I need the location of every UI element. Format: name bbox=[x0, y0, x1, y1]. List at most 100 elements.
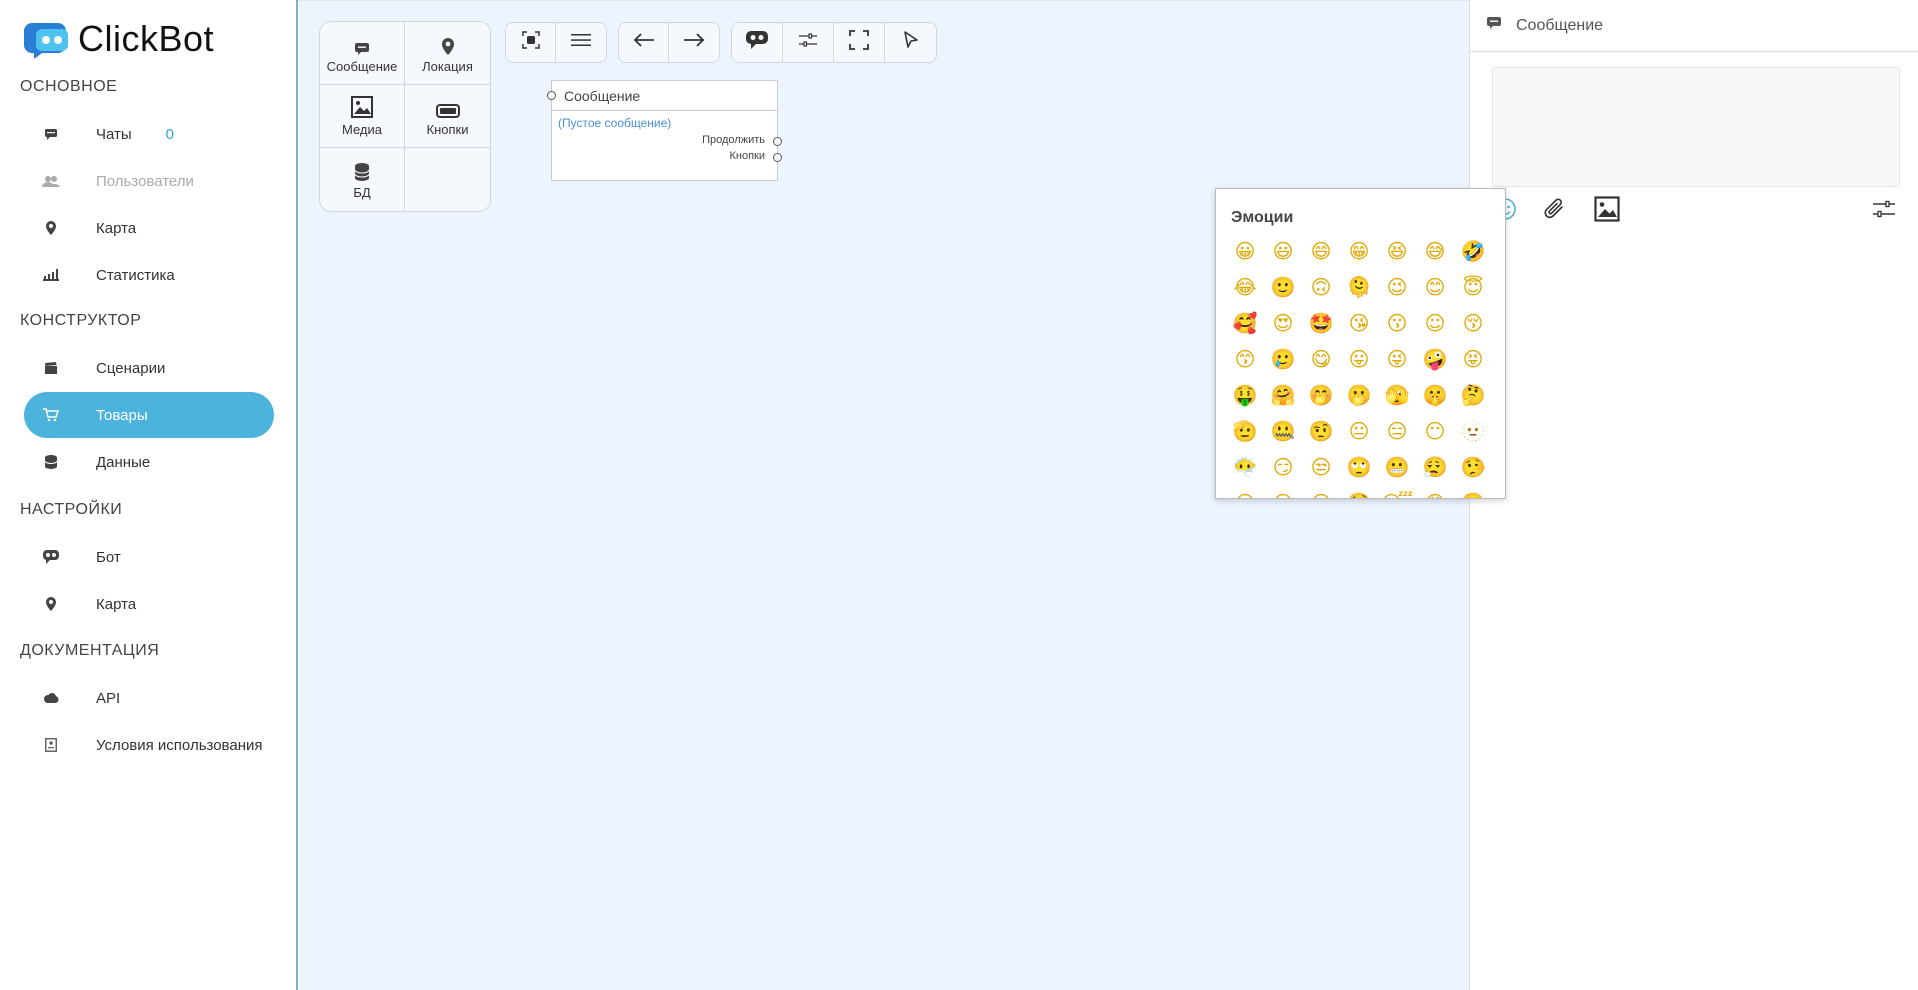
emoji-item[interactable]: 🤥 bbox=[1454, 449, 1492, 485]
emoji-item[interactable]: 😪 bbox=[1302, 485, 1340, 498]
emoji-item[interactable]: 🫡 bbox=[1226, 413, 1264, 449]
emoji-item[interactable]: 😏 bbox=[1264, 449, 1302, 485]
emoji-item[interactable]: 😗 bbox=[1378, 305, 1416, 341]
sidebar-item-label: Пользователи bbox=[96, 172, 194, 190]
emoji-item[interactable]: 😍 bbox=[1264, 305, 1302, 341]
menu-button[interactable] bbox=[556, 23, 606, 62]
palette-item-location[interactable]: Локация bbox=[405, 22, 490, 85]
sidebar-item-users[interactable]: Пользователи bbox=[24, 158, 274, 204]
sidebar-item-api[interactable]: API bbox=[24, 675, 274, 721]
emoji-item[interactable]: 🤤 bbox=[1340, 485, 1378, 498]
undo-button[interactable] bbox=[619, 23, 669, 62]
attach-button[interactable] bbox=[1540, 196, 1570, 226]
emoji-item[interactable]: 🙂 bbox=[1264, 269, 1302, 305]
emoji-item[interactable]: 😶‍🌫️ bbox=[1226, 449, 1264, 485]
emoji-item[interactable]: 😋 bbox=[1302, 341, 1340, 377]
emoji-item[interactable]: 🤭 bbox=[1302, 377, 1340, 413]
fit-view-button[interactable] bbox=[506, 23, 556, 62]
map-pin-icon bbox=[441, 33, 454, 55]
emoji-item[interactable]: 😃 bbox=[1264, 233, 1302, 269]
palette-item-database[interactable]: БД bbox=[320, 148, 405, 211]
section-title-docs: ДОКУМЕНТАЦИЯ bbox=[20, 642, 160, 659]
sidebar-item-bot[interactable]: Бот bbox=[24, 534, 274, 580]
emoji-item[interactable]: 😔 bbox=[1264, 485, 1302, 498]
emoji-item[interactable]: 🤫 bbox=[1416, 377, 1454, 413]
emoji-item[interactable]: ☺ bbox=[1416, 305, 1454, 341]
bot-preview-button[interactable] bbox=[732, 23, 783, 62]
settings-sliders-button[interactable] bbox=[783, 23, 834, 62]
emoji-item[interactable]: 🤗 bbox=[1264, 377, 1302, 413]
emoji-item[interactable]: 😆 bbox=[1378, 233, 1416, 269]
section-title-constructor: КОНСТРУКТОР bbox=[20, 312, 142, 329]
emoji-item[interactable]: 😝 bbox=[1454, 341, 1492, 377]
emoji-item[interactable]: 😮‍💨 bbox=[1416, 449, 1454, 485]
emoji-item[interactable]: 🫥 bbox=[1454, 413, 1492, 449]
sidebar-item-map[interactable]: Карта bbox=[24, 205, 274, 251]
emoji-item[interactable]: 🫠 bbox=[1340, 269, 1378, 305]
emoji-item[interactable]: 😛 bbox=[1340, 341, 1378, 377]
emoji-item[interactable]: 😙 bbox=[1226, 341, 1264, 377]
emoji-item[interactable]: 😌 bbox=[1226, 485, 1264, 498]
node-input-port[interactable] bbox=[547, 91, 556, 100]
emoji-category-title: Эмоции bbox=[1231, 209, 1294, 226]
database-icon bbox=[355, 159, 369, 181]
emoji-item[interactable]: 😒 bbox=[1302, 449, 1340, 485]
panel-title: Сообщение bbox=[1516, 16, 1604, 34]
message-node[interactable]: Сообщение (Пустое сообщение) Продолжить … bbox=[547, 80, 782, 181]
redo-button[interactable] bbox=[669, 23, 719, 62]
emoji-item[interactable]: 😬 bbox=[1378, 449, 1416, 485]
sidebar: ClickBot ОСНОВНОЕ Чаты 0 Пользователи Ка… bbox=[0, 0, 298, 990]
emoji-item[interactable]: 🤨 bbox=[1302, 413, 1340, 449]
message-text-input[interactable] bbox=[1492, 67, 1900, 187]
emoji-item[interactable]: 🙃 bbox=[1302, 269, 1340, 305]
map-pin-icon bbox=[42, 219, 60, 237]
emoji-item[interactable]: 😅 bbox=[1416, 233, 1454, 269]
emoji-item[interactable]: 🤩 bbox=[1302, 305, 1340, 341]
add-image-button[interactable] bbox=[1592, 195, 1622, 226]
emoji-item[interactable]: 😚 bbox=[1454, 305, 1492, 341]
palette-item-buttons[interactable]: Кнопки bbox=[405, 85, 490, 148]
bot-icon bbox=[746, 31, 768, 54]
node-output-label: Продолжить bbox=[702, 134, 765, 146]
message-settings-button[interactable] bbox=[1869, 196, 1899, 226]
emoji-item[interactable]: 😘 bbox=[1340, 305, 1378, 341]
emoji-item[interactable]: 🤑 bbox=[1226, 377, 1264, 413]
emoji-item[interactable]: 😶 bbox=[1416, 413, 1454, 449]
emoji-item[interactable]: 😁 bbox=[1340, 233, 1378, 269]
palette-item-message[interactable]: Сообщение bbox=[320, 22, 405, 85]
fullscreen-button[interactable] bbox=[834, 23, 885, 62]
emoji-item[interactable]: 😴 bbox=[1378, 485, 1416, 498]
sidebar-item-products[interactable]: Товары bbox=[24, 392, 274, 438]
emoji-item[interactable]: 😑 bbox=[1378, 413, 1416, 449]
sidebar-item-terms[interactable]: Условия использования bbox=[24, 722, 274, 768]
sidebar-item-map-settings[interactable]: Карта bbox=[24, 581, 274, 627]
emoji-item[interactable]: 🙄 bbox=[1340, 449, 1378, 485]
emoji-item[interactable]: 😊 bbox=[1416, 269, 1454, 305]
logo[interactable]: ClickBot bbox=[24, 18, 214, 60]
emoji-item[interactable]: 🤒 bbox=[1454, 485, 1492, 498]
emoji-item[interactable]: 🫢 bbox=[1340, 377, 1378, 413]
node-output-port[interactable] bbox=[773, 137, 782, 146]
emoji-item[interactable]: 😉 bbox=[1378, 269, 1416, 305]
emoji-item[interactable]: 🤪 bbox=[1416, 341, 1454, 377]
palette-item-media[interactable]: Медиа bbox=[320, 85, 405, 148]
emoji-item[interactable]: 🥲 bbox=[1264, 341, 1302, 377]
emoji-item[interactable]: 😷 bbox=[1416, 485, 1454, 498]
select-tool-button[interactable] bbox=[885, 23, 936, 62]
emoji-item[interactable]: 🤣 bbox=[1454, 233, 1492, 269]
emoji-item[interactable]: 🤐 bbox=[1264, 413, 1302, 449]
emoji-item[interactable]: 🫣 bbox=[1378, 377, 1416, 413]
emoji-item[interactable]: 😐 bbox=[1340, 413, 1378, 449]
sidebar-item-scenarios[interactable]: Сценарии bbox=[24, 345, 274, 391]
emoji-item[interactable]: 😄 bbox=[1302, 233, 1340, 269]
sidebar-item-chats[interactable]: Чаты 0 bbox=[24, 111, 274, 157]
emoji-item[interactable]: 😂 bbox=[1226, 269, 1264, 305]
emoji-item[interactable]: 🤔 bbox=[1454, 377, 1492, 413]
emoji-item[interactable]: 🥰 bbox=[1226, 305, 1264, 341]
node-output-port[interactable] bbox=[773, 153, 782, 162]
emoji-item[interactable]: 😜 bbox=[1378, 341, 1416, 377]
emoji-item[interactable]: 😀 bbox=[1226, 233, 1264, 269]
emoji-item[interactable]: 😇 bbox=[1454, 269, 1492, 305]
sidebar-item-statistics[interactable]: Статистика bbox=[24, 252, 274, 298]
sidebar-item-data[interactable]: Данные bbox=[24, 439, 274, 485]
